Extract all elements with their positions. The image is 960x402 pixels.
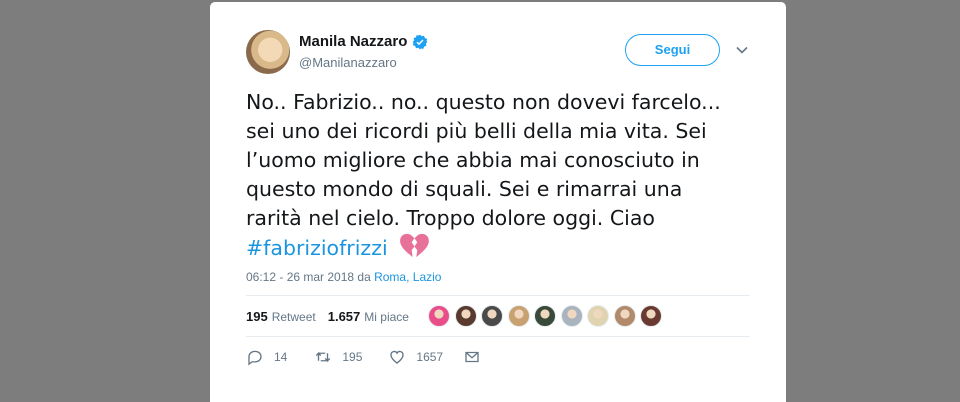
name-row: Manila Nazzaro — [299, 33, 428, 50]
liker-avatar[interactable] — [640, 305, 662, 327]
liker-avatar[interactable] — [428, 305, 450, 327]
like-count[interactable]: 1.657 — [328, 309, 361, 324]
like-button[interactable]: 1657 — [388, 348, 443, 366]
liker-avatar[interactable] — [454, 305, 477, 327]
broken-heart-icon — [400, 233, 430, 258]
tweet-actions: 14 195 1657 — [246, 348, 481, 366]
reply-count: 14 — [274, 350, 288, 364]
user-handle[interactable]: @Manilanazzaro — [299, 55, 397, 70]
liker-avatar[interactable] — [507, 305, 530, 327]
retweet-count[interactable]: 195 — [246, 309, 268, 324]
reply-icon — [248, 350, 262, 366]
like-label[interactable]: Mi piace — [364, 310, 409, 324]
liker-avatar[interactable] — [481, 305, 503, 327]
direct-message-button[interactable] — [463, 348, 481, 366]
liker-avatar[interactable] — [613, 305, 636, 327]
avatar[interactable] — [246, 30, 290, 74]
retweet-label[interactable]: Retweet — [272, 310, 316, 324]
liker-avatar[interactable] — [560, 305, 583, 327]
tweet-card: Manila Nazzaro @Manilanazzaro Segui No..… — [210, 2, 786, 402]
hashtag-link[interactable]: #fabriziofrizzi — [246, 236, 388, 260]
tweet-line: rarità nel cielo. Troppo dolore oggi. Ci… — [246, 206, 655, 230]
follow-button[interactable]: Segui — [625, 34, 720, 66]
retweet-action-count: 195 — [342, 350, 363, 364]
reply-button[interactable]: 14 — [246, 348, 287, 366]
tweet-line: No.. Fabrizio.. no.. questo non dovevi f… — [246, 90, 721, 114]
tweet-line: sei uno dei ricordi più belli della mia … — [246, 119, 707, 143]
verified-badge-icon — [413, 34, 428, 49]
divider — [246, 295, 750, 296]
retweet-button[interactable]: 195 — [314, 348, 362, 366]
tweet-line: l’uomo migliore che abbia mai conosciuto… — [246, 148, 700, 172]
liker-avatar[interactable] — [587, 305, 609, 327]
tweet-timestamp: 06:12 - 26 mar 2018 da Roma, Lazio — [246, 270, 441, 284]
envelope-icon — [465, 351, 479, 363]
chevron-down-icon[interactable] — [736, 46, 748, 54]
liker-avatar[interactable] — [534, 305, 556, 327]
tweet-line: questo mondo di squali. Sei e rimarrai u… — [246, 177, 683, 201]
tweet-stats: 195 Retweet 1.657 Mi piace — [246, 309, 409, 324]
tweet-line-last: #fabriziofrizzi — [246, 233, 766, 263]
divider — [246, 336, 750, 337]
retweet-icon — [316, 351, 331, 363]
like-action-count: 1657 — [416, 350, 444, 364]
display-name[interactable]: Manila Nazzaro — [299, 33, 407, 50]
tweet-time[interactable]: 06:12 - 26 mar 2018 da — [246, 270, 374, 284]
heart-icon — [390, 350, 405, 364]
location-link[interactable]: Roma, Lazio — [374, 270, 441, 284]
tweet-text: No.. Fabrizio.. no.. questo non dovevi f… — [246, 88, 766, 263]
liker-avatars — [428, 305, 667, 327]
